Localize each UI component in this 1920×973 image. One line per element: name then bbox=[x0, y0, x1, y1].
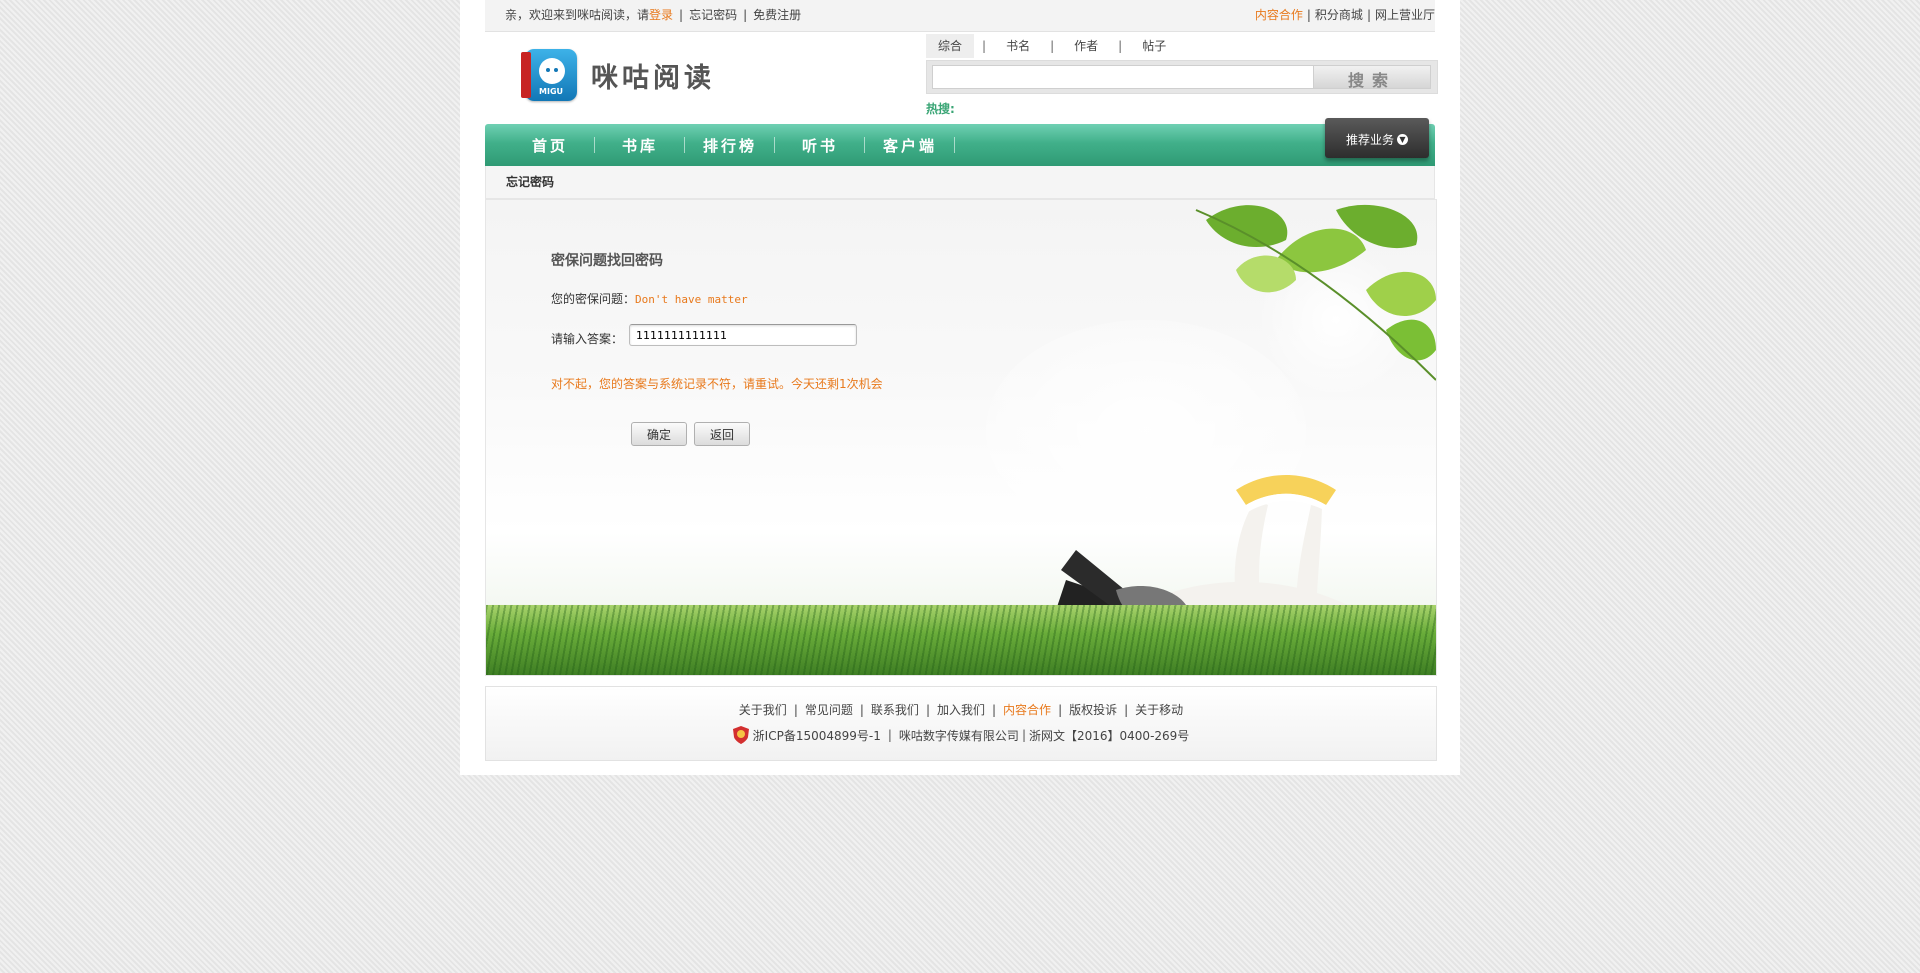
nav-item-home[interactable]: 首页 bbox=[505, 135, 595, 156]
search-input[interactable] bbox=[932, 65, 1340, 89]
security-question-label: 您的密保问题： bbox=[551, 292, 636, 306]
footer: 关于我们 | 常见问题 | 联系我们 | 加入我们 | 内容合作 | 版权投诉 | 关于移动 浙ICP备… bbox=[485, 686, 1437, 761]
main-banner: 密保问题找回密码 您的密保问题：Don't have matter 请输入答案：… bbox=[485, 199, 1437, 676]
search-tab-author[interactable]: 作者 bbox=[1062, 34, 1110, 58]
search-tab-all[interactable]: 综合 bbox=[926, 34, 975, 58]
register-link[interactable]: 免费注册 bbox=[753, 8, 801, 22]
forgot-password-link[interactable]: 忘记密码 bbox=[689, 8, 737, 22]
footer-link-content-cooperation[interactable]: 内容合作 bbox=[1003, 703, 1051, 717]
footer-link-about-mobile[interactable]: 关于移动 bbox=[1135, 703, 1183, 717]
form-title: 密保问题找回密码 bbox=[551, 253, 663, 269]
top-bar: 亲，欢迎来到咪咕阅读，请登录 | 忘记密码 | 免费注册 内容合作 | 积分商城 | 网上营业厅 bbox=[485, 0, 1435, 32]
breadcrumb: 忘记密码 bbox=[485, 166, 1435, 199]
search-tab-title[interactable]: 书名 bbox=[994, 34, 1042, 58]
search-box: 搜索 bbox=[926, 60, 1438, 94]
footer-link-about[interactable]: 关于我们 bbox=[739, 703, 787, 717]
logo-text: 咪咕阅读 bbox=[591, 62, 715, 94]
footer-link-copyright[interactable]: 版权投诉 bbox=[1069, 703, 1117, 717]
search-button[interactable]: 搜索 bbox=[1313, 65, 1431, 90]
leaves-illustration bbox=[1195, 204, 1436, 381]
culture-license: 浙网文【2016】0400-269号 bbox=[1028, 728, 1190, 743]
grass-illustration bbox=[486, 605, 1436, 675]
search-tabs: 综合 | 书名 | 作者 | 帖子 bbox=[926, 34, 1436, 58]
confirm-button[interactable]: 确定 bbox=[631, 422, 687, 446]
migu-logo-icon: MIGU bbox=[521, 49, 577, 101]
site-logo[interactable]: MIGU 咪咕阅读 bbox=[521, 49, 715, 101]
icp-number[interactable]: 浙ICP备15004899号-1 bbox=[753, 727, 881, 744]
main-nav: 首页 书库 排行榜 听书 客户端 推荐业务 ▼ bbox=[485, 118, 1435, 166]
content-cooperation-link[interactable]: 内容合作 bbox=[1255, 8, 1303, 22]
footer-link-contact[interactable]: 联系我们 bbox=[871, 703, 919, 717]
greeting-text: 亲，欢迎来到咪咕阅读，请 bbox=[505, 8, 650, 22]
security-question-value: Don't have matter bbox=[635, 293, 748, 306]
nav-item-client[interactable]: 客户端 bbox=[865, 135, 955, 156]
nav-item-library[interactable]: 书库 bbox=[595, 135, 685, 156]
answer-label: 请输入答案： bbox=[551, 332, 624, 346]
answer-input[interactable] bbox=[629, 324, 857, 346]
online-hall-link[interactable]: 网上营业厅 bbox=[1375, 8, 1435, 22]
nav-item-rankings[interactable]: 排行榜 bbox=[685, 135, 775, 156]
chevron-down-icon: ▼ bbox=[1397, 134, 1408, 145]
recommend-services-button[interactable]: 推荐业务 ▼ bbox=[1325, 118, 1429, 158]
footer-links: 关于我们 | 常见问题 | 联系我们 | 加入我们 | 内容合作 | 版权投诉 | 关于移动 bbox=[738, 703, 1184, 717]
search-area: 综合 | 书名 | 作者 | 帖子 搜索 热搜: bbox=[926, 34, 1438, 117]
footer-link-join[interactable]: 加入我们 bbox=[937, 703, 985, 717]
search-tab-posts[interactable]: 帖子 bbox=[1130, 34, 1178, 58]
page-container: 亲，欢迎来到咪咕阅读，请登录 | 忘记密码 | 免费注册 内容合作 | 积分商城 | 网上营业厅… bbox=[460, 0, 1460, 775]
hot-search-label: 热搜: bbox=[926, 102, 955, 116]
police-badge-icon bbox=[732, 726, 749, 744]
security-question-row: 您的密保问题：Don't have matter bbox=[551, 290, 748, 307]
error-message: 对不起，您的答案与系统记录不符，请重试。今天还剩1次机会 bbox=[551, 377, 883, 391]
back-button[interactable]: 返回 bbox=[694, 422, 750, 446]
login-link[interactable]: 登录 bbox=[649, 8, 673, 22]
footer-legal: 浙ICP备15004899号-1 | 咪咕数字传媒有限公司 | 浙网文【2016】040… bbox=[486, 726, 1436, 744]
nav-item-audiobooks[interactable]: 听书 bbox=[775, 135, 865, 156]
footer-link-faq[interactable]: 常见问题 bbox=[805, 703, 853, 717]
company-name: 咪咕数字传媒有限公司 bbox=[898, 728, 1019, 743]
points-mall-link[interactable]: 积分商城 bbox=[1315, 8, 1363, 22]
